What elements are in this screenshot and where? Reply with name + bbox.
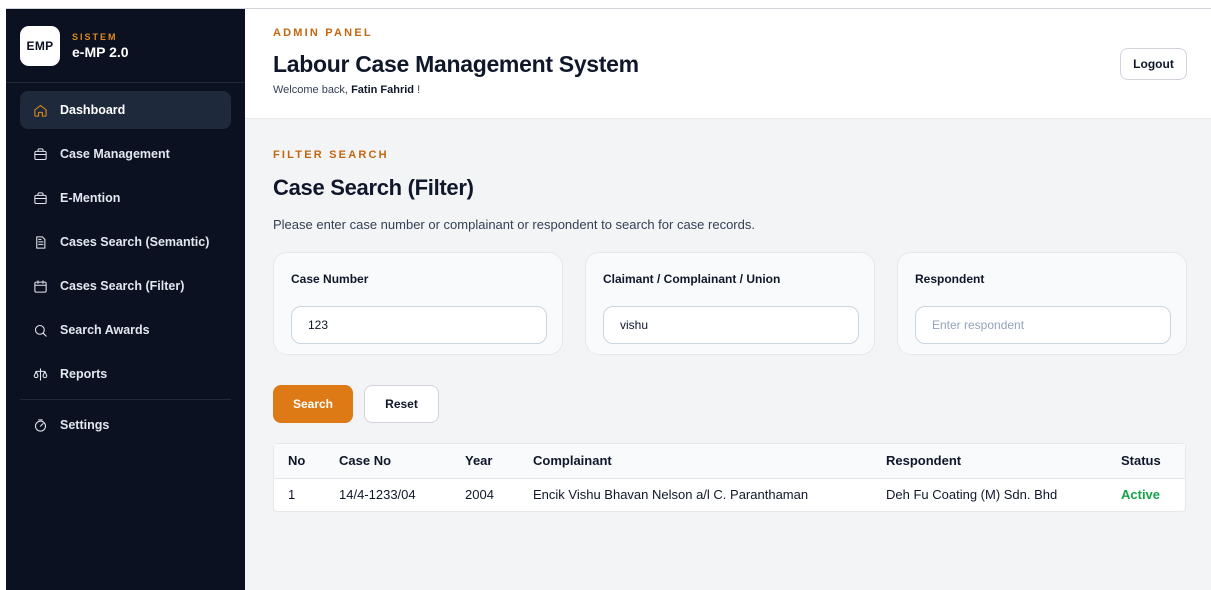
case-number-input[interactable] bbox=[291, 306, 547, 344]
cell-complainant: Encik Vishu Bhavan Nelson a/l C. Paranth… bbox=[519, 477, 872, 511]
column-header-case-no: Case No bbox=[325, 444, 451, 478]
user-name: Fatin Fahrid bbox=[351, 84, 415, 96]
claimant-card: Claimant / Complainant / Union bbox=[585, 252, 875, 355]
app-logo: EMP bbox=[20, 25, 60, 66]
page-title: Labour Case Management System bbox=[273, 51, 639, 77]
respondent-label: Respondent bbox=[915, 272, 985, 286]
sidebar-item-search-awards[interactable]: Search Awards bbox=[20, 311, 231, 349]
cell-year: 2004 bbox=[451, 477, 519, 511]
section-description: Please enter case number or complainant … bbox=[273, 217, 755, 232]
stopwatch-icon bbox=[30, 418, 50, 433]
sidebar-item-label: E-Mention bbox=[60, 191, 121, 205]
briefcase-icon bbox=[30, 191, 50, 206]
respondent-card: Respondent bbox=[897, 252, 1187, 355]
column-header-year: Year bbox=[451, 444, 519, 478]
document-icon bbox=[30, 235, 50, 250]
sidebar-item-case-management[interactable]: Case Management bbox=[20, 135, 231, 173]
welcome-suffix: ! bbox=[414, 84, 421, 96]
home-icon bbox=[30, 103, 50, 118]
filter-actions: Search Reset bbox=[273, 385, 1187, 423]
welcome-message: Welcome back, Fatin Fahrid ! bbox=[273, 84, 1211, 96]
sidebar-divider bbox=[20, 399, 231, 400]
column-header-no: No bbox=[274, 444, 325, 478]
sidebar-item-reports[interactable]: Reports bbox=[20, 355, 231, 393]
case-number-card: Case Number bbox=[273, 252, 563, 355]
claimant-input[interactable] bbox=[603, 306, 859, 344]
search-button[interactable]: Search bbox=[273, 385, 353, 423]
sidebar-item-settings[interactable]: Settings bbox=[20, 406, 231, 444]
briefcase-icon bbox=[30, 147, 50, 162]
brand-kicker: SISTEM bbox=[72, 31, 118, 42]
table-header-row: No Case No Year Complainant Respondent S… bbox=[274, 444, 1185, 478]
status-badge: Active bbox=[1107, 477, 1185, 511]
sidebar-item-cases-search-filter[interactable]: Cases Search (Filter) bbox=[20, 267, 231, 305]
reset-button[interactable]: Reset bbox=[364, 385, 439, 423]
sidebar-item-dashboard[interactable]: Dashboard bbox=[20, 91, 231, 129]
sidebar: EMP SISTEM e-MP 2.0 Dashboard Case Manag… bbox=[6, 9, 245, 590]
column-header-complainant: Complainant bbox=[519, 444, 872, 478]
sidebar-item-label: Cases Search (Filter) bbox=[60, 279, 185, 293]
section-kicker: FILTER SEARCH bbox=[273, 149, 389, 161]
welcome-prefix: Welcome back, bbox=[273, 84, 352, 96]
sidebar-item-label: Search Awards bbox=[60, 323, 150, 337]
cell-no: 1 bbox=[274, 477, 325, 511]
sidebar-item-label: Reports bbox=[60, 367, 108, 381]
table-row[interactable]: 1 14/4-1233/04 2004 Encik Vishu Bhavan N… bbox=[274, 477, 1185, 511]
page-header: ADMIN PANEL Labour Case Management Syste… bbox=[245, 9, 1211, 119]
logout-button[interactable]: Logout bbox=[1120, 48, 1187, 80]
sidebar-item-label: Settings bbox=[60, 418, 110, 432]
app-window: EMP SISTEM e-MP 2.0 Dashboard Case Manag… bbox=[6, 8, 1211, 590]
results-table-wrap: No Case No Year Complainant Respondent S… bbox=[273, 443, 1186, 512]
brand-text: SISTEM e-MP 2.0 bbox=[72, 32, 129, 60]
case-number-label: Case Number bbox=[291, 272, 369, 286]
brand-name: e-MP 2.0 bbox=[72, 43, 129, 60]
sidebar-item-label: Cases Search (Semantic) bbox=[60, 235, 210, 249]
header-kicker: ADMIN PANEL bbox=[273, 27, 373, 39]
filter-cards: Case Number Claimant / Complainant / Uni… bbox=[273, 252, 1187, 355]
results-table: No Case No Year Complainant Respondent S… bbox=[274, 444, 1185, 511]
sidebar-item-label: Dashboard bbox=[60, 103, 126, 117]
sidebar-item-label: Case Management bbox=[60, 147, 170, 161]
calendar-icon bbox=[30, 279, 50, 294]
sidebar-nav: Dashboard Case Management E-Mention Case… bbox=[6, 83, 245, 444]
scale-icon bbox=[30, 367, 50, 382]
column-header-status: Status bbox=[1107, 444, 1185, 478]
cell-respondent: Deh Fu Coating (M) Sdn. Bhd bbox=[872, 477, 1107, 511]
section-title: Case Search (Filter) bbox=[273, 175, 474, 200]
sidebar-item-e-mention[interactable]: E-Mention bbox=[20, 179, 231, 217]
filter-search-section: FILTER SEARCH Case Search (Filter) Pleas… bbox=[245, 119, 1211, 512]
cell-case-no: 14/4-1233/04 bbox=[325, 477, 451, 511]
search-icon bbox=[30, 323, 50, 338]
sidebar-item-cases-search-semantic[interactable]: Cases Search (Semantic) bbox=[20, 223, 231, 261]
brand: EMP SISTEM e-MP 2.0 bbox=[6, 9, 245, 83]
column-header-respondent: Respondent bbox=[872, 444, 1107, 478]
claimant-label: Claimant / Complainant / Union bbox=[603, 272, 781, 286]
respondent-input[interactable] bbox=[915, 306, 1171, 344]
main-area: ADMIN PANEL Labour Case Management Syste… bbox=[245, 9, 1211, 590]
